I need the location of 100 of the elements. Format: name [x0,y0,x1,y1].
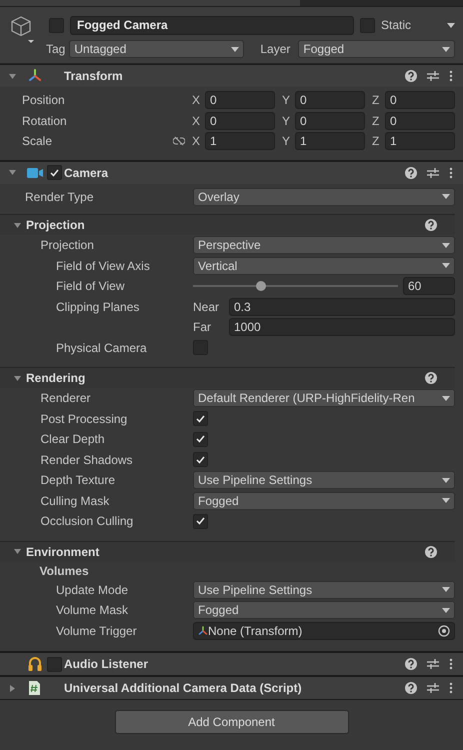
text-field[interactable]: 0 [295,91,365,110]
dropdown[interactable]: Overlay [193,188,455,206]
object-field[interactable]: None (Transform) [193,622,455,640]
text-field[interactable]: 0 [385,91,455,110]
text-field[interactable]: 0 [205,91,275,110]
dropdown[interactable]: Fogged [193,492,455,510]
axis-label: Y [282,93,292,108]
field-label: Renderer [40,391,92,406]
name-field[interactable]: Fogged Camera [70,16,354,35]
text-field[interactable]: 0 [295,112,365,130]
caret-icon [442,46,450,52]
foldout-arrow-icon[interactable] [8,168,17,177]
axis-label: Z [372,93,380,108]
dropdown[interactable]: Default Renderer (URP-HighFidelity-Ren [193,389,455,408]
component-header[interactable]: Audio Listener [0,652,463,675]
text-field[interactable]: 1 [385,132,455,150]
checkbox[interactable] [360,18,375,33]
dropdown[interactable]: Fogged [193,601,455,620]
field-label: Volume Trigger [56,624,138,638]
caret-icon [442,396,450,401]
help-icon[interactable] [405,70,417,82]
checkbox[interactable] [193,411,208,426]
checkbox[interactable] [193,514,208,529]
foldout-arrow-icon[interactable] [13,374,22,382]
dropdown[interactable]: Vertical [193,256,455,275]
caret-icon [447,22,455,28]
component-title: Transform [64,69,124,83]
axis-label: Z [372,134,380,148]
sliders-icon[interactable] [427,166,439,178]
sliders-icon[interactable] [427,70,439,82]
foldout-arrow-icon[interactable] [8,72,17,80]
sliders-icon[interactable] [427,658,439,670]
help-icon[interactable] [425,546,437,558]
checkbox[interactable] [46,656,62,672]
field-label: Volume Mask [56,603,130,618]
field-label: Position [21,93,66,108]
menu-icon[interactable] [449,70,453,82]
component-header[interactable]: Universal Additional Camera Data (Script) [0,676,463,699]
cube-icon[interactable] [10,15,34,45]
axis-label: X [192,134,202,148]
menu-icon[interactable] [449,658,453,670]
section-title: Rendering [26,371,86,385]
dropdown[interactable]: Perspective [193,236,455,254]
checkmark-icon [196,435,205,444]
checkbox[interactable] [49,18,64,33]
foldout-arrow-icon[interactable] [8,684,17,692]
text-field[interactable]: 0 [205,112,275,130]
camera-icon [26,166,42,178]
field-label: Field of View Axis [56,258,151,273]
add-component-button[interactable]: Add Component [114,710,348,734]
checkbox[interactable] [193,432,208,447]
text-field[interactable]: 1000 [229,318,455,336]
text-field[interactable]: 1 [205,132,275,150]
target-icon[interactable] [438,624,450,637]
field-label: Clipping Planes [56,300,140,314]
help-icon[interactable] [405,658,417,670]
help-icon[interactable] [405,166,417,178]
caret-icon [442,608,450,613]
field-label: Rotation [21,114,68,128]
field-label: Render Type [25,190,94,204]
caret-icon [442,478,450,483]
dropdown[interactable]: Use Pipeline Settings [193,471,455,490]
caret-icon [442,242,450,248]
component-title: Audio Listener [64,657,150,671]
dropdown[interactable]: Fogged [298,40,455,58]
checkbox[interactable] [193,452,208,468]
sliders-icon[interactable] [427,682,439,694]
menu-icon[interactable] [449,682,453,694]
layer-label: Layer [260,42,290,56]
text-field[interactable]: 0 [385,112,455,130]
checkmark-icon [50,168,58,176]
axis-label: X [192,93,202,108]
axes-icon [26,68,42,84]
component-header[interactable]: Transform [0,64,463,87]
headphones-icon [28,656,42,672]
caret-icon [442,263,450,268]
component-header[interactable]: Camera [0,160,463,184]
help-icon[interactable] [425,372,437,384]
slider-handle[interactable] [256,281,266,292]
field-label: Near [193,300,220,314]
field-label: Update Mode [56,582,130,597]
foldout-arrow-icon[interactable] [13,547,22,556]
text-field[interactable]: 0.3 [229,298,455,316]
menu-icon[interactable] [449,166,453,178]
chain-link-icon[interactable] [172,136,184,146]
field-label: Projection [40,238,95,252]
checkmark-icon [196,456,205,464]
help-icon[interactable] [425,219,437,231]
axis-label: Z [372,114,380,128]
dropdown[interactable]: Untagged [69,40,244,58]
dropdown[interactable]: Use Pipeline Settings [193,580,455,599]
text-field[interactable]: 1 [295,132,365,150]
field-label: Physical Camera [56,340,148,355]
section-title: Environment [26,544,100,558]
checkbox[interactable] [46,165,62,180]
foldout-arrow-icon[interactable] [13,220,22,230]
caret-icon [231,46,240,52]
help-icon[interactable] [405,682,417,694]
section-title: Projection [26,218,86,232]
text-field[interactable]: 60 [403,277,455,296]
